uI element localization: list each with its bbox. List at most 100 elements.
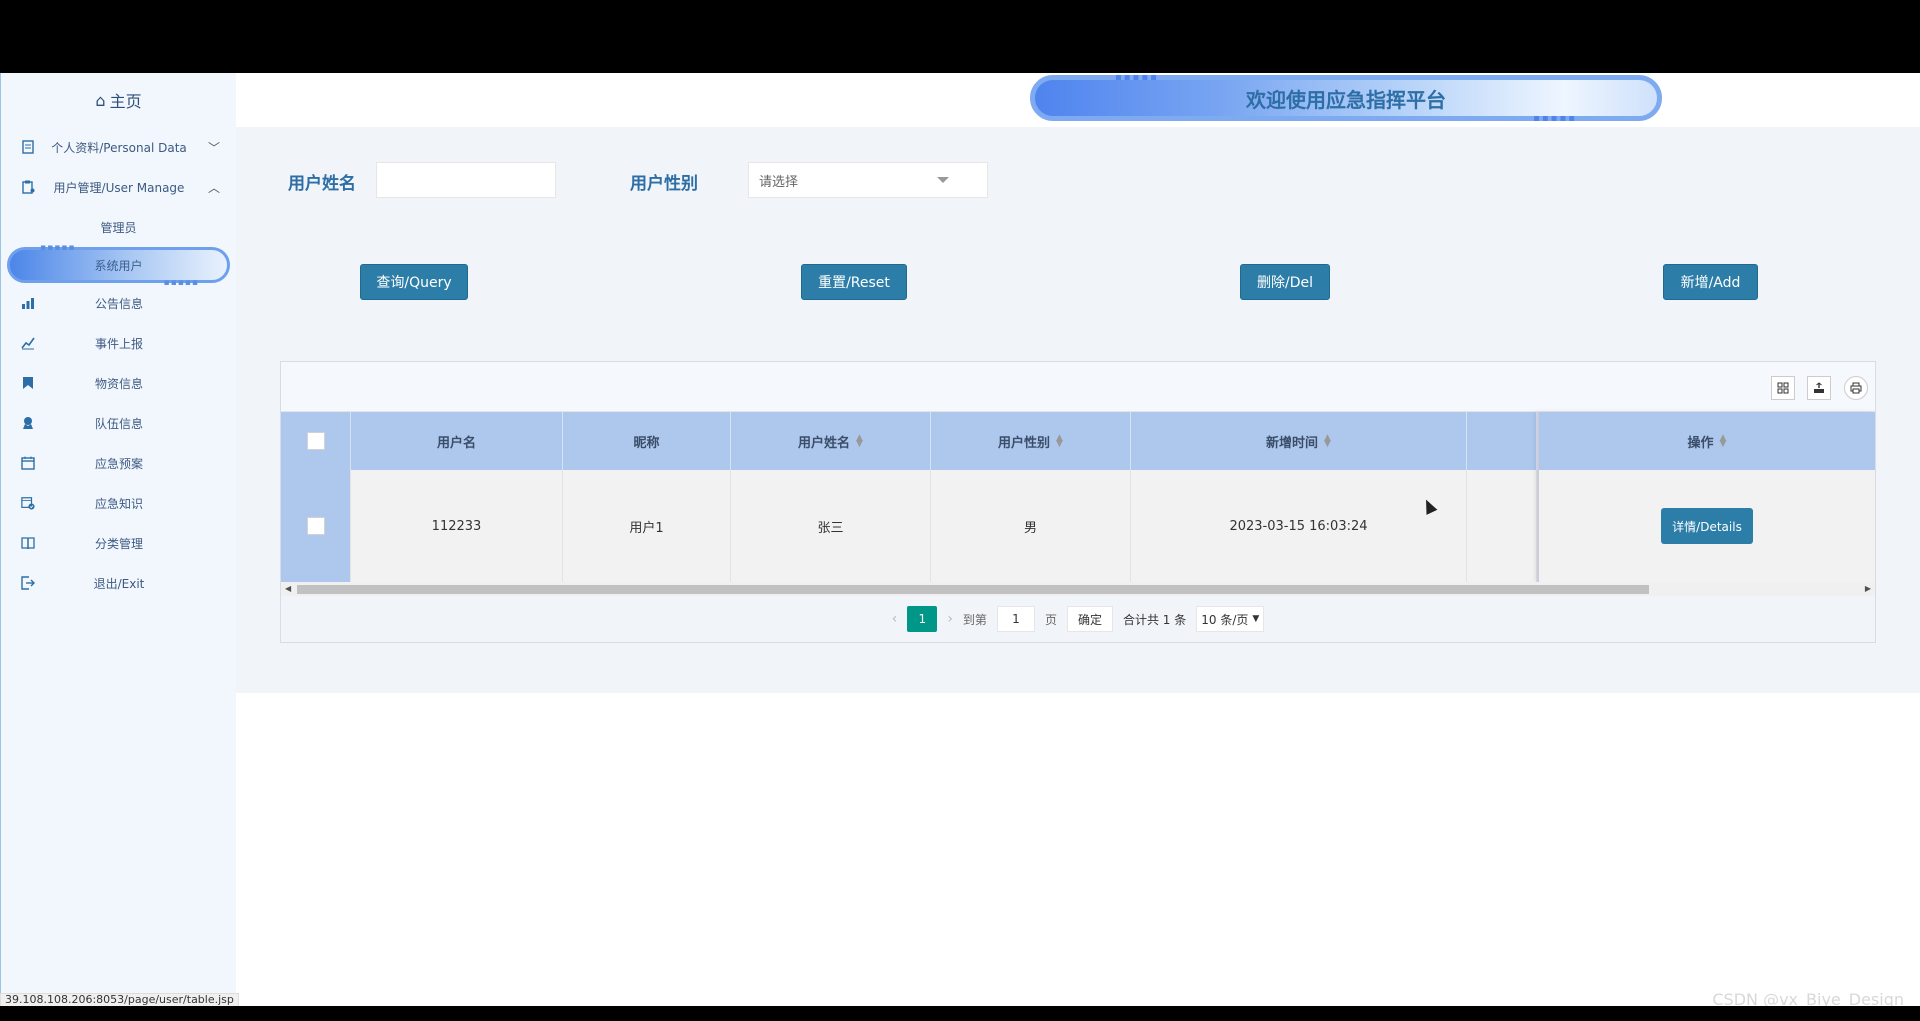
sidebar-item-label: 应急预案 xyxy=(94,456,143,471)
sidebar-item-materials[interactable]: 物资信息 xyxy=(1,363,236,403)
cell-created: 2023-03-15 16:03:24 xyxy=(1131,470,1467,582)
home-icon: ⌂ xyxy=(95,90,106,110)
prev-page-icon[interactable]: ‹ xyxy=(892,611,898,627)
screen-top-bar xyxy=(0,0,1920,73)
page-header: ▪▪▪▪▪ 欢迎使用应急指挥平台 ▪▪▪▪▪ xyxy=(236,72,1920,127)
column-header-label: 用户名 xyxy=(436,435,476,451)
scrollbar-thumb[interactable] xyxy=(297,585,1649,594)
row-checkbox[interactable] xyxy=(306,517,325,535)
pagination: ‹ 1 › 到第 1 页 确定 合计共 1 条 10 条/页 ▼ xyxy=(281,596,1875,642)
chevron-down-icon: ﹀ xyxy=(207,140,220,155)
columns-icon[interactable] xyxy=(1771,376,1795,400)
sidebar-item-label: 队伍信息 xyxy=(94,416,143,431)
column-header-username[interactable]: 用户名 xyxy=(351,412,563,470)
sidebar-item-user-manage[interactable]: 用户管理/User Manage ︿ xyxy=(1,167,236,207)
sort-icon[interactable]: ▲ ▼ xyxy=(1720,434,1727,449)
data-table: 用户名 昵称 用户姓名 ▲ ▼ 用户性别 ▲ ▼ 新增时间 ▲ ▼ 112233 用户1 张… xyxy=(280,361,1876,643)
sidebar-item-exit[interactable]: 退出/Exit xyxy=(1,563,236,603)
page-unit-label: 页 xyxy=(1044,612,1057,627)
page-size-value: 10 条/页 xyxy=(1201,612,1249,627)
query-button[interactable]: 查询/Query xyxy=(360,264,468,300)
reset-button[interactable]: 重置/Reset xyxy=(801,264,907,300)
cell-realname: 张三 xyxy=(731,470,931,582)
export-icon[interactable] xyxy=(1807,376,1831,400)
sidebar-item-personal-data[interactable]: 个人资料/Personal Data ﹀ xyxy=(1,127,236,167)
column-header-label: 用户性别 xyxy=(998,435,1051,451)
goto-confirm-button[interactable]: 确定 xyxy=(1066,606,1113,632)
decorative-dots: ▪▪▪▪▪ xyxy=(1533,113,1577,124)
page-title: 欢迎使用应急指挥平台 xyxy=(1246,87,1446,112)
fixed-action-column: 操作 ▲ ▼ 详情/Details xyxy=(1537,412,1875,582)
sidebar-item-label: 分类管理 xyxy=(94,536,143,551)
column-header-empty xyxy=(1467,412,1537,470)
gender-select[interactable]: 请选择 xyxy=(748,162,988,198)
status-url: 39.108.108.206:8053/page/user/table.jsp xyxy=(0,993,239,1007)
select-all-cell xyxy=(281,412,351,470)
main-content: 用户姓名 用户性别 请选择 查询/Query 重置/Reset 删除/Del 新… xyxy=(236,127,1920,693)
delete-button[interactable]: 删除/Del xyxy=(1240,264,1330,300)
column-header-label: 用户姓名 xyxy=(798,435,851,451)
horizontal-scrollbar[interactable]: ◀ ▶ xyxy=(281,582,1875,596)
column-header-nickname[interactable]: 昵称 xyxy=(563,412,731,470)
add-button[interactable]: 新增/Add xyxy=(1663,264,1758,300)
select-all-checkbox[interactable] xyxy=(306,432,325,450)
next-page-icon[interactable]: › xyxy=(947,611,953,627)
sidebar-subitem-system-user[interactable]: ▪▪▪▪▪ 系统用户 ▪▪▪▪▪ xyxy=(7,243,230,288)
cell-gender: 男 xyxy=(931,470,1131,582)
cell-actions: 详情/Details xyxy=(1539,470,1875,582)
details-button[interactable]: 详情/Details xyxy=(1661,508,1753,544)
page-size-select[interactable]: 10 条/页 ▼ xyxy=(1196,606,1265,632)
gender-label: 用户性别 xyxy=(630,174,698,194)
sidebar-item-teams[interactable]: 队伍信息 xyxy=(1,403,236,443)
sidebar-item-label: 用户管理/User Manage xyxy=(53,180,185,195)
sidebar: ⌂ 主页 个人资料/Personal Data ﹀ 用户管理/User Mana… xyxy=(0,73,236,1006)
sidebar-item-label: 个人资料/Personal Data xyxy=(51,140,187,155)
scroll-left-icon[interactable]: ◀ xyxy=(285,582,291,596)
goto-page-input[interactable]: 1 xyxy=(996,606,1035,632)
sort-icon[interactable]: ▲ ▼ xyxy=(1324,434,1331,449)
sidebar-item-label: 应急知识 xyxy=(94,496,143,511)
sidebar-item-announcements[interactable]: 公告信息 xyxy=(1,283,236,323)
cell-empty xyxy=(1467,470,1537,582)
decorative-dots: ▪▪▪▪▪ xyxy=(40,243,76,253)
sidebar-subitem-admin[interactable]: 管理员 xyxy=(1,207,236,247)
sidebar-item-emergency-knowledge[interactable]: 应急知识 xyxy=(1,483,236,523)
cell-username: 112233 xyxy=(351,470,563,582)
sidebar-home[interactable]: ⌂ 主页 xyxy=(1,73,236,127)
home-label: 主页 xyxy=(109,92,142,111)
username-input[interactable] xyxy=(376,162,556,198)
current-page-button[interactable]: 1 xyxy=(907,606,938,632)
title-banner: ▪▪▪▪▪ 欢迎使用应急指挥平台 ▪▪▪▪▪ xyxy=(1030,72,1662,124)
cell-nickname: 用户1 xyxy=(563,470,731,582)
sidebar-item-label: 退出/Exit xyxy=(93,576,145,591)
column-header-actions[interactable]: 操作 ▲ ▼ xyxy=(1539,412,1875,470)
sidebar-item-categories[interactable]: 分类管理 xyxy=(1,523,236,563)
sidebar-item-label: 物资信息 xyxy=(94,376,143,391)
sidebar-item-emergency-plans[interactable]: 应急预案 xyxy=(1,443,236,483)
decorative-dots: ▪▪▪▪▪ xyxy=(1115,72,1159,83)
column-header-label: 新增时间 xyxy=(1266,435,1319,451)
sort-icon[interactable]: ▲ ▼ xyxy=(856,434,863,449)
app-window: ⌂ 主页 个人资料/Personal Data ﹀ 用户管理/User Mana… xyxy=(0,72,1920,1009)
column-header-created[interactable]: 新增时间 ▲ ▼ xyxy=(1131,412,1467,470)
screen-bottom-bar xyxy=(0,1006,1920,1021)
sidebar-item-label: 公告信息 xyxy=(94,296,143,311)
print-icon[interactable] xyxy=(1844,376,1868,400)
chevron-up-icon: ︿ xyxy=(207,180,220,195)
sidebar-item-event-report[interactable]: 事件上报 xyxy=(1,323,236,363)
column-header-label: 操作 xyxy=(1687,435,1714,451)
chevron-down-icon: ▼ xyxy=(1252,614,1260,624)
sort-icon[interactable]: ▲ ▼ xyxy=(1056,434,1063,449)
scroll-right-icon[interactable]: ▶ xyxy=(1865,582,1871,596)
total-count: 合计共 1 条 xyxy=(1122,612,1187,627)
sidebar-subitem-label: 系统用户 xyxy=(94,258,143,273)
goto-label: 到第 xyxy=(962,612,987,627)
table-toolbar xyxy=(281,362,1875,412)
username-label: 用户姓名 xyxy=(288,174,356,194)
row-select-cell xyxy=(281,470,351,582)
column-header-label: 昵称 xyxy=(633,435,660,451)
column-header-realname[interactable]: 用户姓名 ▲ ▼ xyxy=(731,412,931,470)
sidebar-item-label: 事件上报 xyxy=(94,336,143,351)
column-header-gender[interactable]: 用户性别 ▲ ▼ xyxy=(931,412,1131,470)
caret-down-icon xyxy=(937,177,949,183)
